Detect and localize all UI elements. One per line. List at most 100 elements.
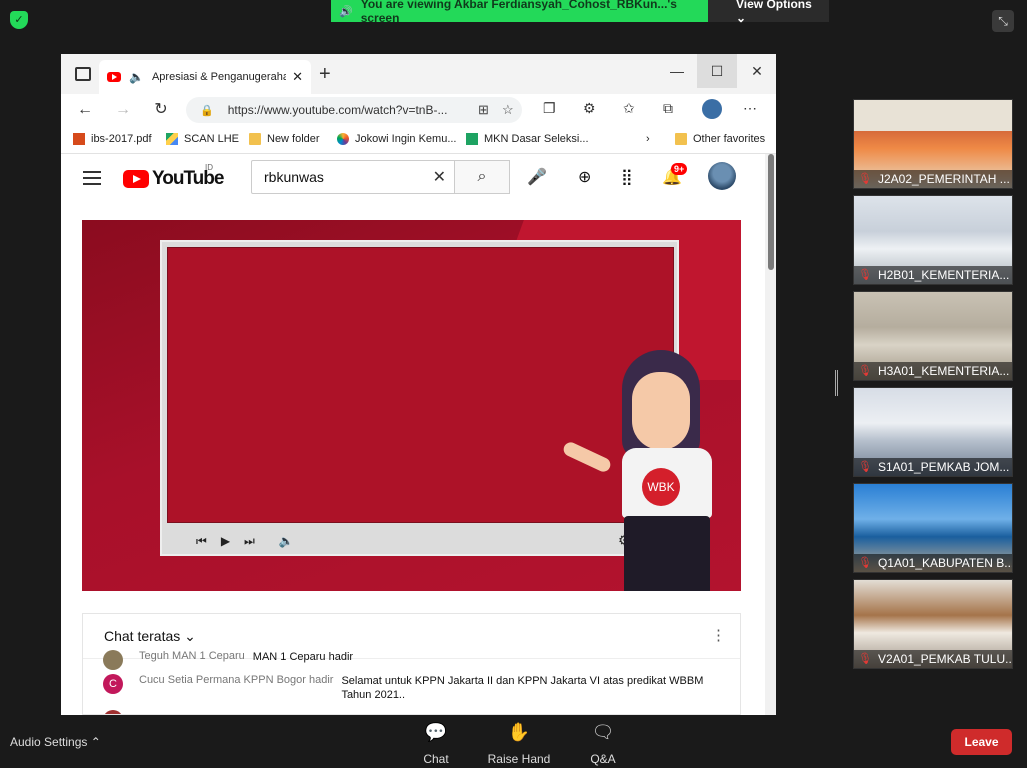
- app-available-icon[interactable]: ⊞: [478, 97, 489, 123]
- raise-hand-label: Raise Hand: [487, 752, 551, 766]
- create-video-icon[interactable]: ⊕: [578, 167, 591, 187]
- youtube-favicon-icon: [107, 72, 121, 82]
- participant-video-tile[interactable]: 🎙 J2A02_PEMERINTAH ...: [853, 99, 1013, 189]
- search-button[interactable]: ⌕: [454, 160, 510, 194]
- bookmark-other-favorites[interactable]: Other favorites: [675, 133, 765, 145]
- participant-video-tile[interactable]: 🎙 S1A01_PEMKAB JOM...: [853, 387, 1013, 477]
- youtube-account-avatar[interactable]: [708, 162, 736, 190]
- collections-stack-icon[interactable]: ❐: [543, 100, 556, 117]
- address-url: https://www.youtube.com/watch?v=tnB-...: [227, 103, 448, 117]
- browser-titlebar: 🔈 Apresiasi & Penganugerahan ✕ + — ☐ ✕: [61, 54, 776, 94]
- meeting-controls-bar: Audio Settings ⌃ 💬 Chat ✋ Raise Hand 🗨 Q…: [0, 716, 1027, 768]
- search-value: rbkunwas: [264, 169, 324, 185]
- bookmark-jokowi[interactable]: Jokowi Ingin Kemu...: [337, 133, 457, 145]
- video-player[interactable]: ⏮ ▶ ⏭ 🔈 ⚙ WBK: [82, 220, 741, 591]
- favorites-icon[interactable]: ✩: [623, 100, 635, 117]
- participant-video-tile[interactable]: 🎙 Q1A01_KABUPATEN B...: [853, 483, 1013, 573]
- raise-hand-button[interactable]: ✋ Raise Hand: [484, 722, 554, 766]
- zoom-meeting-window: ✓ 🔊 You are viewing Akbar Ferdiansyah_Co…: [0, 0, 1027, 768]
- tab-actions-icon[interactable]: [75, 67, 91, 81]
- character-face: [632, 372, 690, 450]
- next-icon: ⏭: [244, 534, 255, 548]
- tab-audio-icon[interactable]: 🔈: [129, 70, 144, 84]
- qa-label: Q&A: [590, 752, 616, 766]
- wbk-badge: WBK: [642, 468, 680, 506]
- nbc-icon: [337, 133, 349, 145]
- folder-icon: [249, 133, 261, 145]
- participant-video-tile[interactable]: 🎙 H2B01_KEMENTERIA...: [853, 195, 1013, 285]
- participant-video-tile[interactable]: 🎙 H3A01_KEMENTERIA...: [853, 291, 1013, 381]
- audio-settings-button[interactable]: Audio Settings ⌃: [10, 735, 101, 749]
- bookmarks-overflow-chevron-icon[interactable]: ›: [646, 133, 650, 145]
- participant-name: H3A01_KEMENTERIA...: [877, 364, 1010, 378]
- bookmark-label: New folder: [267, 133, 320, 145]
- chat-avatar: C: [103, 674, 123, 694]
- panel-resize-handle[interactable]: [835, 370, 838, 396]
- search-icon: ⌕: [477, 168, 487, 185]
- tab-close-icon[interactable]: ✕: [292, 69, 303, 85]
- chat-message: C Cucu Setia Permana KPPN Bogor hadir Se…: [103, 674, 723, 702]
- view-options-button[interactable]: View Options ⌄: [708, 0, 829, 25]
- minimize-button[interactable]: —: [657, 54, 697, 88]
- browser-navbar: ← → ↻ 🔒 https://www.youtube.com/watch?v=…: [61, 94, 776, 126]
- bookmark-ibs-pdf[interactable]: ibs-2017.pdf: [73, 133, 152, 145]
- browser-tab[interactable]: 🔈 Apresiasi & Penganugerahan ✕: [99, 60, 311, 94]
- qa-button[interactable]: 🗨 Q&A: [568, 722, 638, 766]
- speaker-icon: 🔊: [339, 5, 353, 18]
- close-window-button[interactable]: ✕: [737, 54, 776, 88]
- sheets-icon: [466, 133, 478, 145]
- chat-avatar: [103, 710, 123, 714]
- chat-filter-dropdown[interactable]: Chat teratas ⌄: [104, 628, 196, 645]
- chat-text: Selamat untuk KPPN Jakarta II dan KPPN J…: [341, 675, 704, 701]
- animated-player-controls: ⏮ ▶ ⏭ 🔈: [196, 534, 294, 549]
- menu-hamburger-icon[interactable]: [83, 171, 101, 185]
- apps-grid-icon[interactable]: ⣿: [621, 167, 633, 187]
- back-arrow-icon[interactable]: ←: [73, 98, 97, 122]
- search-input[interactable]: rbkunwas ✕: [251, 160, 455, 194]
- collections-icon[interactable]: ⧉: [663, 100, 673, 117]
- youtube-play-logo-icon: [123, 170, 149, 188]
- more-options-icon[interactable]: ⋯: [743, 100, 757, 117]
- bookmark-new-folder[interactable]: New folder: [249, 133, 320, 145]
- participant-name-label: 🎙 V2A01_PEMKAB TULU...: [854, 650, 1012, 668]
- fullscreen-exit-icon[interactable]: ⤡: [992, 10, 1014, 32]
- chat-text: MAN 1 Ceparu hadir: [252, 651, 354, 663]
- chat-more-vertical-icon[interactable]: ⋮: [711, 626, 726, 644]
- chat-message: [103, 710, 723, 714]
- bookmark-mkn[interactable]: MKN Dasar Seleksi...: [466, 133, 589, 145]
- previous-icon: ⏮: [196, 534, 207, 548]
- forward-arrow-icon[interactable]: →: [111, 98, 135, 122]
- participant-name-label: 🎙 H3A01_KEMENTERIA...: [854, 362, 1012, 380]
- scrollbar-thumb[interactable]: [768, 154, 774, 270]
- participant-name: Q1A01_KABUPATEN B...: [877, 556, 1013, 570]
- page-scrollbar[interactable]: [765, 154, 776, 715]
- voice-search-mic-icon[interactable]: 🎤: [527, 167, 547, 187]
- add-favorite-icon[interactable]: ☆: [502, 97, 514, 123]
- bookmark-label: ibs-2017.pdf: [91, 133, 152, 145]
- security-shield-icon[interactable]: ✓: [10, 11, 28, 29]
- reload-icon[interactable]: ↻: [149, 98, 173, 122]
- clear-search-icon[interactable]: ✕: [433, 167, 446, 187]
- leave-button[interactable]: Leave: [951, 729, 1012, 755]
- shared-browser-window: 🔈 Apresiasi & Penganugerahan ✕ + — ☐ ✕ ←…: [61, 54, 776, 715]
- bookmark-scan-lhe[interactable]: SCAN LHE: [166, 133, 239, 145]
- extensions-icon[interactable]: ⚙: [583, 100, 596, 117]
- chat-message: Teguh MAN 1 Ceparu MAN 1 Ceparu hadir: [103, 650, 723, 670]
- lock-icon[interactable]: 🔒: [200, 104, 214, 117]
- participant-video-tile[interactable]: 🎙 V2A01_PEMKAB TULU...: [853, 579, 1013, 669]
- new-tab-icon[interactable]: +: [319, 63, 331, 86]
- profile-avatar[interactable]: [702, 99, 722, 119]
- play-icon: ▶: [220, 534, 231, 548]
- bookmark-label: SCAN LHE: [184, 133, 240, 145]
- address-bar[interactable]: 🔒 https://www.youtube.com/watch?v=tnB-..…: [186, 97, 522, 123]
- muted-mic-icon: 🎙: [858, 461, 872, 473]
- participant-name: J2A02_PEMERINTAH ...: [877, 172, 1010, 186]
- participant-name: S1A01_PEMKAB JOM...: [877, 460, 1010, 474]
- volume-icon: 🔈: [278, 534, 294, 548]
- maximize-button[interactable]: ☐: [697, 54, 737, 88]
- viewing-screen-text: You are viewing Akbar Ferdiansyah_Cohost…: [360, 0, 677, 25]
- viewing-screen-notice: 🔊 You are viewing Akbar Ferdiansyah_Coho…: [331, 0, 708, 25]
- chat-button[interactable]: 💬 Chat: [401, 722, 471, 766]
- animated-presenter-character: WBK: [561, 350, 741, 591]
- participant-name-label: 🎙 Q1A01_KABUPATEN B...: [854, 554, 1013, 572]
